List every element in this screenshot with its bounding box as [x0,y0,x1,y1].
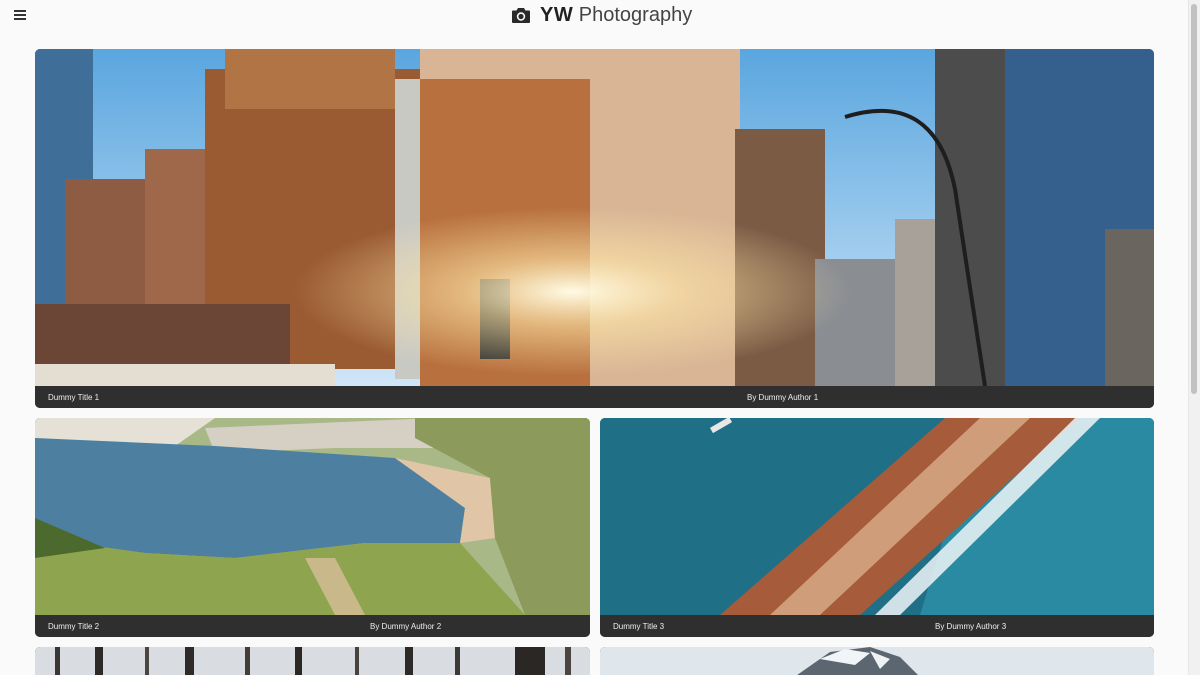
camera-icon [512,8,530,23]
photo-caption: Dummy Title 3 By Dummy Author 3 [600,615,1154,637]
photo-title: Dummy Title 1 [48,393,100,402]
photo-title: Dummy Title 2 [48,622,100,631]
photo-caption: Dummy Title 2 By Dummy Author 2 [35,615,590,637]
snowy-mountain-photo [600,647,1154,675]
winter-forest-photo [35,647,590,675]
scrollbar-thumb[interactable] [1191,4,1197,394]
photo-caption: Dummy Title 1 By Dummy Author 1 [35,386,1154,408]
header-bar: YW Photography [0,0,1188,32]
site-title: YW Photography [540,3,693,26]
aerial-breakwater-photo [600,418,1154,615]
photo-card[interactable] [35,647,590,675]
city-street-photo [35,49,1154,386]
photo-author: By Dummy Author 3 [935,622,1007,631]
vertical-scrollbar[interactable] [1188,0,1200,675]
photo-author: By Dummy Author 2 [370,622,442,631]
hamburger-menu-icon[interactable] [14,8,28,20]
photo-card[interactable]: Dummy Title 1 By Dummy Author 1 [35,49,1154,408]
coastal-cove-photo [35,418,590,615]
photo-author: By Dummy Author 1 [747,393,819,402]
photo-card[interactable]: Dummy Title 3 By Dummy Author 3 [600,418,1154,637]
photo-card[interactable]: Dummy Title 2 By Dummy Author 2 [35,418,590,637]
photo-card[interactable] [600,647,1154,675]
brand-logo[interactable]: YW Photography [512,1,692,29]
photo-title: Dummy Title 3 [613,622,665,631]
